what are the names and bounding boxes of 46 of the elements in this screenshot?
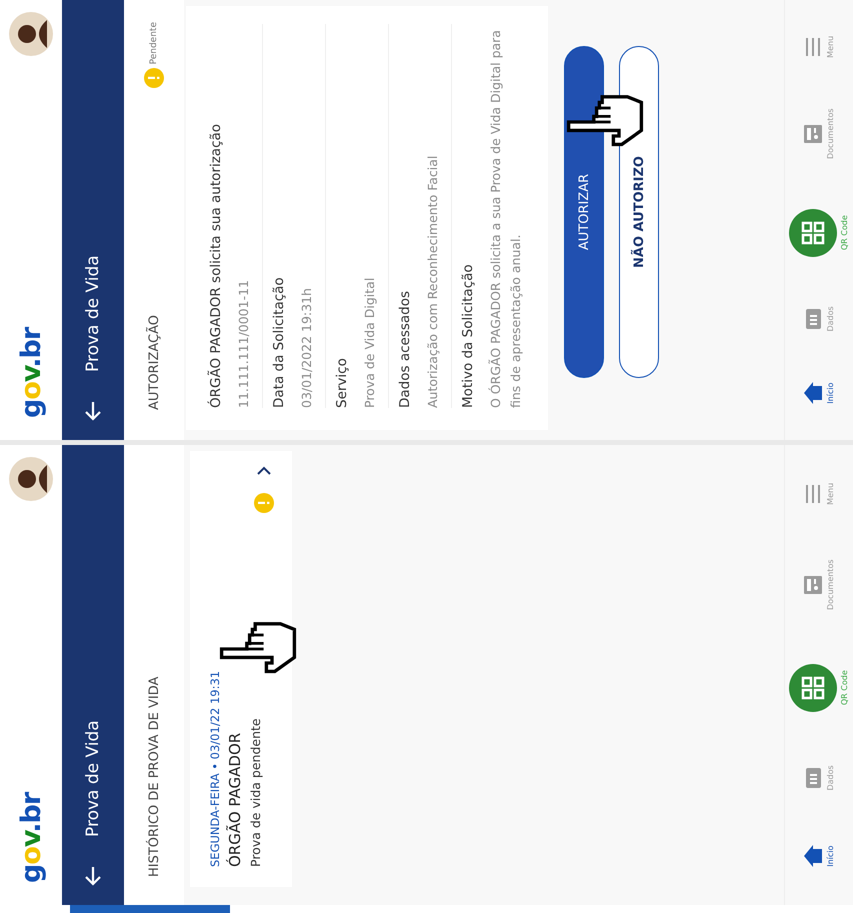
field-label: ÓRGÃO PAGADOR solicita sua autorização (206, 122, 225, 408)
field-label: Data da Solicitação (270, 276, 288, 408)
warning-icon (144, 68, 164, 88)
home-icon (803, 844, 823, 868)
chevron-right-icon[interactable] (256, 465, 272, 477)
authorize-button[interactable]: AUTORIZAR (564, 46, 604, 378)
back-arrow-icon[interactable] (82, 865, 104, 887)
section-title: HISTÓRICO DE PROVA DE VIDA (146, 676, 162, 877)
govbr-logo: gov.br (16, 328, 46, 418)
qr-code-icon (789, 208, 837, 257)
field-value: O ÓRGÃO PAGADOR solicita a sua Prova de Vida Digital para fins de apresentação anual. (487, 29, 524, 408)
entry-title: ÓRGÃO PAGADOR (226, 732, 244, 867)
status-label: Pendente (149, 22, 159, 64)
nav-tab[interactable]: Dados (803, 765, 835, 791)
section-title: AUTORIZAÇÃO (146, 315, 162, 410)
field-label: Serviço (333, 357, 351, 408)
qr-code-icon (789, 664, 837, 712)
home-icon (803, 381, 823, 406)
entry-date: SEGUNDA-FEIRA • 03/01/22 19:31 (208, 670, 222, 867)
warning-icon (254, 493, 274, 513)
avatar-icon[interactable] (9, 457, 53, 501)
id-card-icon (803, 766, 823, 790)
govbr-logo: gov.br (16, 792, 46, 883)
nav-tab[interactable]: QR Code (789, 208, 849, 257)
entry-status: Prova de vida pendente (248, 717, 263, 867)
nav-tab[interactable]: Menu (803, 34, 835, 59)
field-value: Autorização com Reconhecimento Facial (424, 154, 441, 408)
back-arrow-icon[interactable] (82, 400, 104, 422)
nav-tab[interactable]: Documentos (803, 559, 835, 610)
decline-button[interactable]: NÃO AUTORIZO (619, 46, 659, 378)
avatar-icon[interactable] (9, 12, 53, 56)
app-bar-title: Prova de Vida (83, 255, 103, 372)
field-value: 11.111.111/0001-11 (235, 278, 252, 408)
field-label: Dados acessados (396, 290, 414, 408)
app-bar-title: Prova de Vida (83, 720, 103, 837)
history-card[interactable]: SEGUNDA-FEIRA • 03/01/22 19:31 ÓRGÃO PAGADOR Prova de vida pendente (190, 451, 292, 887)
nav-tab[interactable]: Início (803, 381, 835, 406)
field-value: Prova de Vida Digital (361, 276, 378, 408)
field-label: Motivo da Solicitação (459, 263, 477, 408)
nav-tab[interactable]: Documentos (803, 108, 835, 159)
nav-tab[interactable]: QR Code (789, 664, 849, 712)
field-value: 03/01/2022 19:31h (298, 287, 315, 408)
nav-tab[interactable]: Início (803, 844, 835, 868)
nav-tab[interactable]: Dados (803, 306, 835, 332)
id-card-icon (803, 306, 823, 331)
nav-tab[interactable]: Menu (803, 482, 835, 506)
